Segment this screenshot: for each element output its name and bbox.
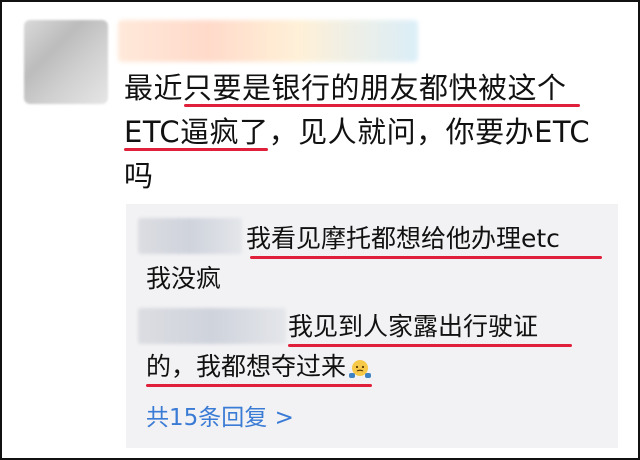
- reply-username-redacted[interactable]: [138, 308, 286, 344]
- annotation-underline: [124, 148, 268, 151]
- comment-card: 最近只要是银行的朋友都快被这个 ETC逼疯了，见人就问，你要办ETC 吗 我看见…: [0, 0, 640, 460]
- reply-1-line-1: 我看见摩托都想给他办理etc: [246, 224, 560, 253]
- post-text: 最近只要是银行的朋友都快被这个 ETC逼疯了，见人就问，你要办ETC 吗: [124, 66, 624, 198]
- annotation-underline: [184, 104, 580, 107]
- reply-2-line-2-wrapper: 的，我都想夺过来: [146, 350, 372, 384]
- more-replies-link[interactable]: 共15条回复 >: [146, 398, 294, 432]
- reply-username-redacted[interactable]: [138, 218, 242, 254]
- reply-1-line-2: 我没疯: [146, 264, 222, 293]
- reply-2-line-1: 我见到人家露出行驶证: [288, 312, 539, 341]
- annotation-underline: [146, 384, 372, 387]
- annotation-underline: [288, 344, 572, 347]
- annotation-underline: [250, 256, 602, 259]
- post-text-line-3: 吗: [124, 159, 154, 193]
- avatar[interactable]: [24, 20, 108, 104]
- shrug-face-icon: [348, 356, 372, 380]
- reply-2-line-2: 的，我都想夺过来: [146, 352, 347, 381]
- reply-section: 我看见摩托都想给他办理etc 我没疯 我见到人家露出行驶证 的，我都想夺过来 共…: [126, 204, 618, 448]
- username-redacted[interactable]: [118, 20, 418, 62]
